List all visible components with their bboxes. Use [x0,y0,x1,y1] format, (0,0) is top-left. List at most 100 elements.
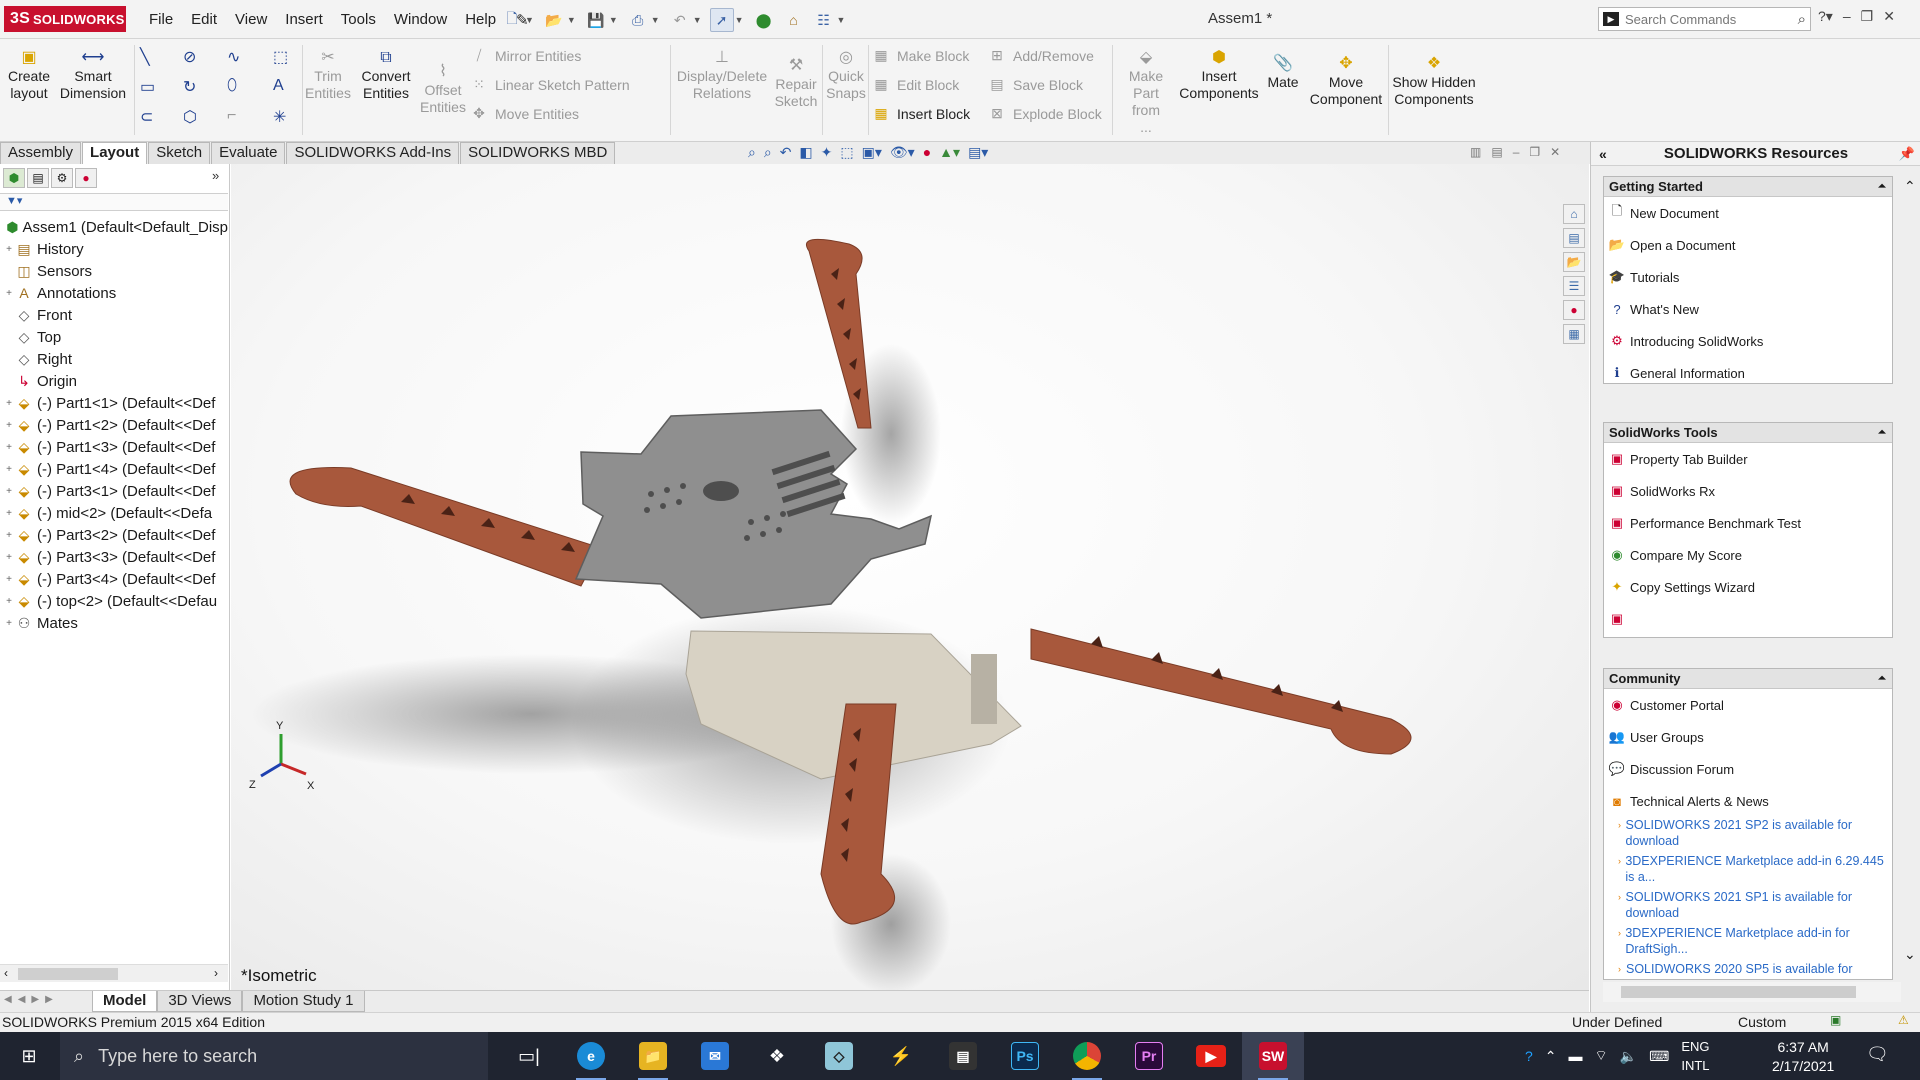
dropbox-icon[interactable]: ❖ [746,1032,808,1080]
split-vertical-icon[interactable]: ▤ [1491,145,1502,159]
expand-toggle-icon[interactable]: + [3,552,15,563]
expand-toggle-icon[interactable]: + [3,244,15,255]
menu-insert[interactable]: Insert [276,11,332,28]
solidworks-rx-link[interactable]: ▣ SolidWorks Rx [1604,475,1892,507]
news-item[interactable]: › SOLIDWORKS 2021 SP2 is available for do… [1604,817,1892,849]
youtube-icon[interactable]: ▶ [1180,1032,1242,1080]
menu-edit[interactable]: Edit [182,11,226,28]
notifications-icon[interactable]: 🗨 [1866,1044,1889,1065]
scroll-thumb[interactable] [18,968,118,980]
copy-settings-wizard-link[interactable]: ✦ Copy Settings Wizard [1604,571,1892,603]
photoshop-icon[interactable]: Ps [994,1032,1056,1080]
feature-tree-item[interactable]: + A Annotations [0,282,228,304]
scroll-up-icon[interactable]: ⌃ [1904,178,1916,195]
expand-toggle-icon[interactable]: + [3,288,15,299]
show-hidden-components-button[interactable]: ❖ Show Hidden Components [1392,53,1476,108]
keyboard-icon[interactable]: ⌨ [1649,1048,1669,1065]
line-icon[interactable]: ╲ [140,47,150,67]
offset-entities-button[interactable]: ⌇ Offset Entities [420,61,466,116]
circle-icon[interactable]: ⊘ [183,47,196,67]
news-link[interactable]: SOLIDWORKS 2020 SP5 is available for [1626,961,1853,977]
make-part-from-block-button[interactable]: ⬙ Make Part from ... [1116,47,1176,136]
battery-icon[interactable]: ▬ [1569,1048,1583,1064]
close-icon[interactable]: ✕ [1883,8,1895,25]
feature-tree-item[interactable]: + ⬙ (-) Part1<2> (Default<<Def [0,414,228,436]
mirror-entities-button[interactable]: ⧸ Mirror Entities [470,47,582,64]
view-palette-icon[interactable]: ☰ [1563,276,1585,296]
expand-toggle-icon[interactable]: + [3,420,15,431]
explode-block-button[interactable]: ⊠ Explode Block [988,105,1102,122]
convert-entities-button[interactable]: ⧉ Convert Entities [358,47,414,102]
video-editor-icon[interactable]: ▤ [932,1032,994,1080]
news-item[interactable]: › 3DEXPERIENCE Marketplace add-in 6.29.44… [1604,853,1892,885]
tab-layout[interactable]: Layout [82,142,148,164]
task-pane-scrollbar[interactable]: ⌃ ⌄ [1902,178,1920,978]
customer-portal-link[interactable]: ◉ Customer Portal [1604,689,1892,721]
news-link[interactable]: SOLIDWORKS 2021 SP1 is available for dow… [1626,889,1892,921]
technical-alerts-link[interactable]: ◙ Technical Alerts & News [1604,785,1892,817]
scroll-down-icon[interactable]: ⌄ [1904,946,1916,963]
viewport-minimize-icon[interactable]: – [1513,145,1520,159]
move-component-button[interactable]: ✥ Move Component [1304,53,1388,108]
design-library-icon[interactable]: ▤ [1563,228,1585,248]
windows-start-icon[interactable]: ⊞ [0,1032,58,1080]
expand-toggle-icon[interactable]: + [3,464,15,475]
discussion-forum-link[interactable]: 💬 Discussion Forum [1604,753,1892,785]
tutorials-link[interactable]: 🎓 Tutorials [1604,261,1892,293]
feature-tree-item[interactable]: ⬢ Assem1 (Default<Default_Disp [0,216,228,238]
select-dropdown-icon[interactable]: ▼ [735,15,744,25]
insert-components-button[interactable]: ⬢ Insert Components [1176,47,1262,102]
appearances-icon[interactable]: ● [1563,300,1585,320]
search-icon[interactable]: ⌕ [1798,11,1806,28]
tab-sketch[interactable]: Sketch [148,142,211,164]
collapse-section-icon[interactable]: ⏶ [1878,177,1886,197]
viewport-restore-icon[interactable]: ❐ [1529,145,1540,159]
feature-tree-item[interactable]: ◫ Sensors [0,260,228,282]
save-block-button[interactable]: ▤ Save Block [988,76,1083,93]
rebuild-status-icon[interactable]: ⚠ [1898,1013,1909,1027]
task-view-icon[interactable]: ▭| [498,1032,560,1080]
introducing-solidworks-link[interactable]: ⚙ Introducing SolidWorks [1604,325,1892,357]
premiere-pro-icon[interactable]: Pr [1118,1032,1180,1080]
split-horizontal-icon[interactable]: ▥ [1470,145,1481,159]
quadcopter-frame-model[interactable]: Y X Z [231,164,1589,990]
show-hidden-icons-icon[interactable]: ⌃ [1545,1048,1557,1065]
winamp-icon[interactable]: ⚡ [870,1032,932,1080]
point-icon[interactable]: ✳ [273,107,286,127]
file-properties-icon[interactable]: ⌂ [782,8,806,32]
trim-entities-button[interactable]: ✂ Trim Entities [305,47,351,102]
feature-tree-item[interactable]: + ⬙ (-) Part3<4> (Default<<Def [0,568,228,590]
section-view-icon[interactable]: ◧ [799,144,812,161]
apply-scene-icon[interactable]: ▲▾ [939,144,960,161]
undo-dropdown-icon[interactable]: ▼ [693,15,702,25]
user-groups-link[interactable]: 👥 User Groups [1604,721,1892,753]
fillet-icon[interactable]: ⌐ [227,107,236,125]
select-cursor-icon[interactable]: ➚ [709,8,734,32]
feature-tree-item[interactable]: + ⚇ Mates [0,612,228,634]
news-item[interactable]: › SOLIDWORKS 2020 SP5 is available for [1604,961,1892,977]
expand-toggle-icon[interactable]: + [3,530,15,541]
open-dropdown-icon[interactable]: ▼ [567,15,576,25]
taskbar-search-input[interactable]: ⌕ Type here to search [60,1032,488,1080]
make-block-button[interactable]: ▦ Make Block [872,47,969,64]
move-entities-button[interactable]: ✥ Move Entities [470,105,579,122]
tab-3d-views[interactable]: 3D Views [157,991,243,1012]
feature-tree-item[interactable]: + ⬙ (-) Part3<1> (Default<<Def [0,480,228,502]
expand-toggle-icon[interactable]: + [3,618,15,629]
back-icon[interactable]: « [1599,146,1607,162]
feature-tree-item[interactable]: ◇ Top [0,326,228,348]
menu-tools[interactable]: Tools [332,11,385,28]
view-orientation-icon[interactable]: ⬚ [840,144,853,161]
feature-tree-item[interactable]: + ⬙ (-) Part1<1> (Default<<Def [0,392,228,414]
task-pane-horizontal-scrollbar[interactable] [1603,982,1901,1002]
dynamic-annotation-icon[interactable]: ✦ [821,144,833,161]
feature-tree-item[interactable]: + ▤ History [0,238,228,260]
mail-icon[interactable]: ✉ [684,1032,746,1080]
print-icon[interactable]: ⎙ [626,8,650,32]
scroll-left-icon[interactable]: ‹ [4,966,8,980]
expand-toggle-icon[interactable]: + [3,398,15,409]
collapse-section-icon[interactable]: ⏶ [1878,423,1886,443]
arc-icon[interactable]: ↻ [183,77,196,97]
quick-tips-icon[interactable]: ▣ [1830,1013,1841,1027]
rectangle-icon[interactable]: ▭ [140,77,155,97]
